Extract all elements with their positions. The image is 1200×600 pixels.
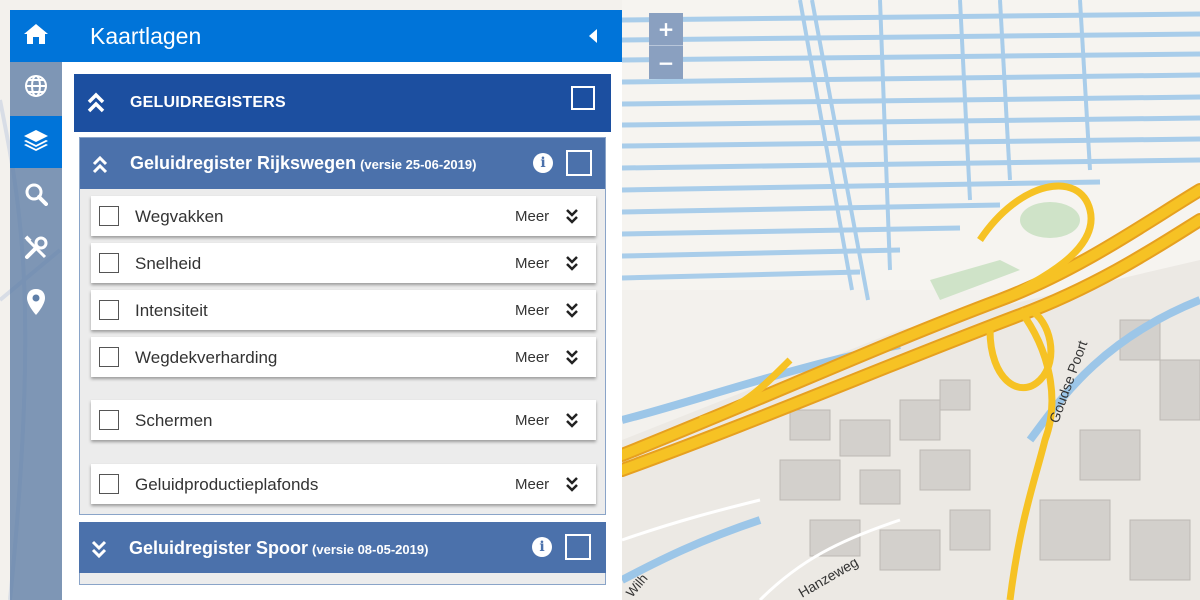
subgroup-body-spoor — [79, 573, 606, 585]
more-link[interactable]: Meer — [515, 255, 549, 272]
subgroup-version: (versie 08-05-2019) — [312, 542, 429, 557]
double-chevron-down-icon — [91, 540, 107, 563]
collapse-panel-button[interactable] — [582, 25, 604, 47]
search-icon — [24, 182, 48, 211]
caret-left-icon — [589, 29, 597, 43]
layer-checkbox[interactable] — [99, 347, 119, 367]
layer-checkbox[interactable] — [99, 253, 119, 273]
subgroup-version: (versie 25-06-2019) — [360, 157, 477, 172]
group-label: GELUIDREGISTERS — [130, 94, 286, 111]
globe-icon — [24, 74, 48, 103]
home-icon — [23, 22, 49, 51]
group-checkbox[interactable] — [571, 86, 595, 110]
layer-row-schermen: Schermen Meer — [91, 400, 596, 440]
layer-row-intensiteit: Intensiteit Meer — [91, 290, 596, 330]
zoom-control: + − — [649, 13, 683, 79]
layers-panel: Kaartlagen GELUIDREGISTERS Geluidregiste… — [62, 10, 622, 600]
double-chevron-down-icon[interactable] — [565, 412, 579, 433]
double-chevron-up-icon — [92, 155, 108, 179]
info-icon[interactable]: i — [532, 537, 552, 557]
sidebar-rail — [10, 10, 62, 600]
map-pin-icon — [26, 288, 46, 321]
panel-header: Kaartlagen — [62, 10, 622, 62]
layer-checkbox[interactable] — [99, 206, 119, 226]
layer-row-geluidproductieplafonds: Geluidproductieplafonds Meer — [91, 464, 596, 504]
double-chevron-down-icon[interactable] — [565, 476, 579, 497]
home-button[interactable] — [10, 10, 62, 62]
subgroup-checkbox[interactable] — [565, 534, 591, 560]
zoom-out-button[interactable]: − — [649, 45, 683, 79]
more-link[interactable]: Meer — [515, 412, 549, 429]
group-geluidregisters[interactable]: GELUIDREGISTERS — [74, 74, 611, 132]
layer-checkbox[interactable] — [99, 300, 119, 320]
layer-checkbox[interactable] — [99, 474, 119, 494]
layer-name: Intensiteit — [135, 301, 208, 320]
subgroup-header-rijkswegen[interactable]: Geluidregister Rijkswegen (versie 25-06-2… — [80, 138, 605, 189]
tools-icon — [23, 234, 49, 266]
subgroup-header-spoor[interactable]: Geluidregister Spoor (versie 08-05-2019) … — [79, 522, 606, 573]
layer-row-wegvakken: Wegvakken Meer — [91, 196, 596, 236]
subgroup-checkbox[interactable] — [566, 150, 592, 176]
tools-button[interactable] — [10, 224, 62, 276]
basemap-button[interactable] — [10, 62, 62, 114]
panel-title: Kaartlagen — [90, 22, 202, 49]
subgroup-name: Geluidregister Spoor — [129, 538, 309, 558]
layer-row-snelheid: Snelheid Meer — [91, 243, 596, 283]
layer-name: Wegvakken — [135, 207, 224, 226]
subgroup-title: Geluidregister Rijkswegen (versie 25-06-2… — [130, 153, 476, 174]
layer-name: Schermen — [135, 411, 213, 430]
layer-row-wegdekverharding: Wegdekverharding Meer — [91, 337, 596, 377]
layers-icon — [23, 128, 49, 157]
info-icon[interactable]: i — [533, 153, 553, 173]
more-link[interactable]: Meer — [515, 476, 549, 493]
subgroup-name: Geluidregister Rijkswegen — [130, 153, 357, 173]
layer-name: Snelheid — [135, 254, 202, 273]
double-chevron-down-icon[interactable] — [565, 349, 579, 370]
more-link[interactable]: Meer — [515, 349, 549, 366]
double-chevron-up-icon — [86, 92, 106, 119]
location-button[interactable] — [10, 278, 62, 330]
layer-name: Geluidproductieplafonds — [135, 475, 319, 494]
subgroup-title: Geluidregister Spoor (versie 08-05-2019) — [129, 538, 428, 559]
layers-button[interactable] — [10, 116, 62, 168]
more-link[interactable]: Meer — [515, 302, 549, 319]
double-chevron-down-icon[interactable] — [565, 302, 579, 323]
double-chevron-down-icon[interactable] — [565, 255, 579, 276]
more-link[interactable]: Meer — [515, 208, 549, 225]
zoom-in-button[interactable]: + — [649, 13, 683, 45]
layer-checkbox[interactable] — [99, 410, 119, 430]
double-chevron-down-icon[interactable] — [565, 208, 579, 229]
layer-name: Wegdekverharding — [135, 348, 278, 367]
search-button[interactable] — [10, 170, 62, 222]
